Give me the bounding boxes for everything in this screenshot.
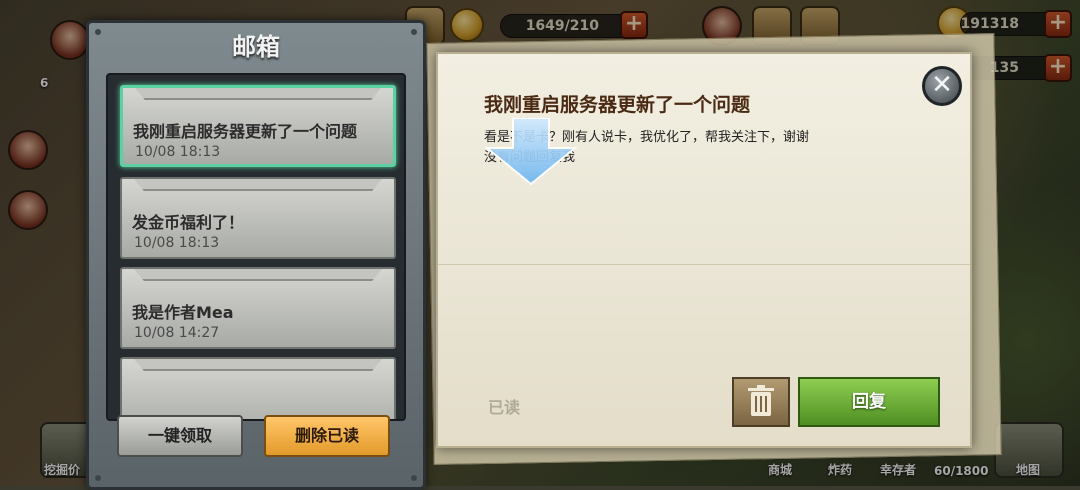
mail-item-3[interactable]: 我是作者Mea 10/08 14:27 — [120, 267, 396, 349]
rivet — [411, 29, 417, 35]
rivet — [411, 475, 417, 481]
mail-list[interactable]: 我刚重启服务器更新了一个问题 10/08 18:13 发金币福利了！ 10/08… — [106, 73, 406, 421]
mail-subject: 发金币福利了！ — [132, 213, 245, 232]
mail-date: 10/08 18:13 — [135, 144, 221, 160]
envelope-flap — [134, 179, 382, 191]
rivet — [95, 475, 101, 481]
mailbox-panel: 邮箱 我刚重启服务器更新了一个问题 10/08 18:13 发金币福利了！ 10… — [86, 20, 426, 490]
arrow-down-icon — [485, 118, 577, 186]
rivet — [95, 29, 101, 35]
mail-date: 10/08 14:27 — [134, 325, 220, 341]
mail-item-4-partial[interactable] — [120, 357, 396, 419]
trash-icon — [748, 385, 774, 416]
letter-title: 我刚重启服务器更新了一个问题 — [484, 94, 751, 116]
envelope-flap — [134, 359, 382, 371]
read-status: 已读 — [488, 398, 521, 417]
mail-subject: 我刚重启服务器更新了一个问题 — [133, 122, 358, 141]
mailbox-title: 邮箱 — [232, 33, 280, 61]
reply-button[interactable]: 回复 — [798, 377, 940, 427]
envelope-flap — [135, 88, 381, 100]
delete-mail-button[interactable] — [732, 377, 790, 427]
envelope-flap — [134, 269, 382, 281]
mail-item-2[interactable]: 发金币福利了！ 10/08 18:13 — [120, 177, 396, 259]
close-icon[interactable]: ✕ — [922, 66, 962, 106]
delete-read-button[interactable]: 删除已读 — [264, 415, 390, 457]
mail-subject: 我是作者Mea — [132, 303, 234, 322]
mail-item-1[interactable]: 我刚重启服务器更新了一个问题 10/08 18:13 — [120, 85, 396, 167]
claim-all-button[interactable]: 一键领取 — [117, 415, 243, 457]
letter-panel: 我刚重启服务器更新了一个问题 看是不是卡？刚有人说卡，我优化了，帮我关注下，谢谢… — [436, 52, 972, 448]
paper-fold — [438, 264, 970, 265]
mail-date: 10/08 18:13 — [134, 235, 220, 251]
